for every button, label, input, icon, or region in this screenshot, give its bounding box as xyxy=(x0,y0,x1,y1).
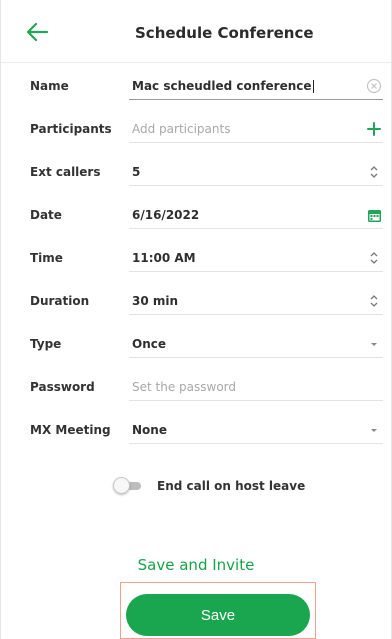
calendar-icon[interactable] xyxy=(365,206,383,224)
time-input[interactable]: 11:00 AM xyxy=(132,237,196,279)
end-call-toggle-label: End call on host leave xyxy=(157,479,306,493)
name-input[interactable]: Mac scheudled conference xyxy=(132,65,314,107)
plus-icon[interactable] xyxy=(365,120,383,138)
ext-callers-label: Ext callers xyxy=(30,165,101,179)
type-select[interactable]: Once xyxy=(132,323,166,365)
type-underline xyxy=(129,357,383,358)
date-underline xyxy=(129,228,383,229)
save-button[interactable]: Save xyxy=(126,594,310,636)
participants-label: Participants xyxy=(30,122,112,136)
schedule-conference-screen: Schedule Conference Name Mac scheudled c… xyxy=(0,0,392,639)
date-label: Date xyxy=(30,208,62,222)
participants-underline xyxy=(129,142,383,143)
duration-label: Duration xyxy=(30,294,90,308)
dropdown-arrow-icon[interactable] xyxy=(365,335,383,353)
participants-input[interactable]: Add participants xyxy=(132,108,230,150)
mx-meeting-label: MX Meeting xyxy=(30,423,111,437)
mx-meeting-row: MX Meeting None xyxy=(1,409,391,451)
participants-row: Participants Add participants xyxy=(1,108,391,150)
stepper-icon[interactable] xyxy=(365,292,383,310)
stepper-icon[interactable] xyxy=(365,163,383,181)
duration-row: Duration 30 min xyxy=(1,280,391,322)
date-input[interactable]: 6/16/2022 xyxy=(132,194,199,236)
time-label: Time xyxy=(30,251,63,265)
time-underline xyxy=(129,271,383,272)
time-row: Time 11:00 AM xyxy=(1,237,391,279)
ext-callers-input[interactable]: 5 xyxy=(132,151,140,193)
save-and-invite-link[interactable]: Save and Invite xyxy=(1,556,391,574)
mx-meeting-underline xyxy=(129,443,383,444)
name-row: Name Mac scheudled conference xyxy=(1,65,391,107)
duration-underline xyxy=(129,314,383,315)
dropdown-arrow-icon[interactable] xyxy=(365,421,383,439)
toggle-knob xyxy=(113,477,130,494)
text-cursor xyxy=(312,80,314,93)
mx-meeting-select[interactable]: None xyxy=(132,409,167,451)
password-underline xyxy=(129,400,383,401)
end-call-toggle-row: End call on host leave xyxy=(113,474,305,498)
name-underline xyxy=(129,99,383,100)
password-label: Password xyxy=(30,380,95,394)
duration-input[interactable]: 30 min xyxy=(132,280,178,322)
end-call-toggle[interactable] xyxy=(113,477,143,494)
type-row: Type Once xyxy=(1,323,391,365)
clear-circle-icon[interactable] xyxy=(365,77,383,95)
name-label: Name xyxy=(30,79,69,93)
stepper-icon[interactable] xyxy=(365,249,383,267)
type-label: Type xyxy=(30,337,62,351)
name-value: Mac scheudled conference xyxy=(132,79,312,93)
date-row: Date 6/16/2022 xyxy=(1,194,391,236)
page-title: Schedule Conference xyxy=(135,24,314,42)
ext-callers-row: Ext callers 5 xyxy=(1,151,391,193)
ext-callers-underline xyxy=(129,185,383,186)
password-row: Password Set the password xyxy=(1,366,391,408)
header: Schedule Conference xyxy=(1,0,391,63)
password-input[interactable]: Set the password xyxy=(132,366,236,408)
arrow-left-icon[interactable] xyxy=(23,20,51,44)
